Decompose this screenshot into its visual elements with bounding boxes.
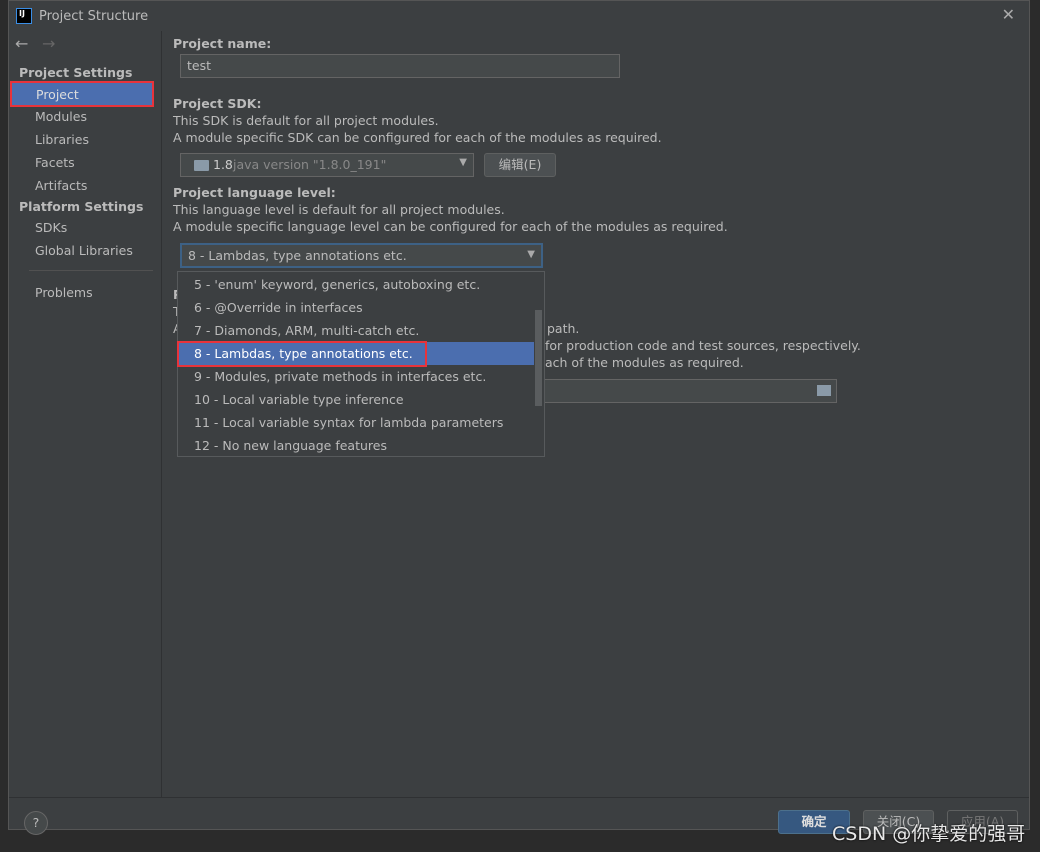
edit-sdk-button[interactable]: 编辑(E): [484, 153, 556, 177]
sidebar-item-modules[interactable]: Modules: [35, 109, 87, 124]
language-level-popup: 5 - 'enum' keyword, generics, autoboxing…: [177, 271, 545, 457]
highlight-box: [177, 341, 427, 367]
close-icon[interactable]: ✕: [1002, 5, 1015, 24]
compiler-desc-4-end: ach of the modules as required.: [545, 355, 744, 370]
project-name-input[interactable]: test: [180, 54, 620, 78]
sdk-detail: java version "1.8.0_191": [233, 157, 387, 172]
section-platform-settings: Platform Settings: [19, 199, 144, 214]
compiler-desc-3-end: for production code and test sources, re…: [545, 338, 861, 353]
folder-icon[interactable]: [817, 385, 831, 396]
sidebar-item-sdks[interactable]: SDKs: [35, 220, 67, 235]
language-level-label: Project language level:: [173, 185, 336, 200]
sidebar-item-problems[interactable]: Problems: [35, 285, 93, 300]
intellij-icon: IJ: [16, 8, 32, 24]
project-name-label: Project name:: [173, 36, 272, 51]
sdk-version: 1.8: [213, 157, 233, 172]
sdk-description: This SDK is default for all project modu…: [173, 113, 439, 128]
project-structure-dialog: IJ Project Structure ✕ ← → Project Setti…: [8, 0, 1030, 835]
sidebar: ← → Project Settings Project Modules Lib…: [9, 31, 162, 797]
section-project-settings: Project Settings: [19, 65, 133, 80]
option-6[interactable]: 6 - @Override in interfaces: [178, 296, 534, 319]
divider: [29, 270, 153, 271]
option-5[interactable]: 5 - 'enum' keyword, generics, autoboxing…: [178, 273, 534, 296]
option-10[interactable]: 10 - Local variable type inference: [178, 388, 534, 411]
sidebar-item-label: Project: [36, 87, 79, 102]
window-title: Project Structure: [39, 9, 149, 24]
sdk-dropdown[interactable]: 1.8 java version "1.8.0_191" ▼: [180, 153, 474, 177]
option-11[interactable]: 11 - Local variable syntax for lambda pa…: [178, 411, 534, 434]
sidebar-item-artifacts[interactable]: Artifacts: [35, 178, 87, 193]
project-sdk-label: Project SDK:: [173, 96, 262, 111]
sidebar-item-facets[interactable]: Facets: [35, 155, 75, 170]
folder-icon: [194, 160, 209, 171]
back-icon[interactable]: ←: [15, 34, 28, 53]
sdk-description-2: A module specific SDK can be configured …: [173, 130, 662, 145]
compiler-output-input[interactable]: [529, 379, 837, 403]
chevron-down-icon: ▼: [527, 249, 535, 260]
sidebar-item-libraries[interactable]: Libraries: [35, 132, 89, 147]
scrollbar[interactable]: [535, 310, 542, 406]
help-button[interactable]: ?: [24, 811, 48, 835]
selected-language-level: 8 - Lambdas, type annotations etc.: [188, 248, 407, 263]
chevron-down-icon: ▼: [459, 157, 467, 168]
language-description-2: A module specific language level can be …: [173, 219, 728, 234]
language-level-dropdown[interactable]: 8 - Lambdas, type annotations etc. ▼: [180, 243, 543, 268]
option-7[interactable]: 7 - Diamonds, ARM, multi-catch etc.: [178, 319, 534, 342]
sidebar-item-global-libraries[interactable]: Global Libraries: [35, 243, 133, 258]
title-bar: IJ Project Structure ✕: [9, 1, 1029, 31]
watermark: CSDN @你挚爱的强哥: [832, 823, 1026, 845]
forward-icon[interactable]: →: [42, 34, 55, 53]
language-description: This language level is default for all p…: [173, 202, 505, 217]
compiler-desc-2-end: path.: [547, 321, 580, 336]
option-12[interactable]: 12 - No new language features: [178, 434, 534, 457]
option-9[interactable]: 9 - Modules, private methods in interfac…: [178, 365, 534, 388]
sidebar-item-project[interactable]: Project: [10, 81, 154, 107]
